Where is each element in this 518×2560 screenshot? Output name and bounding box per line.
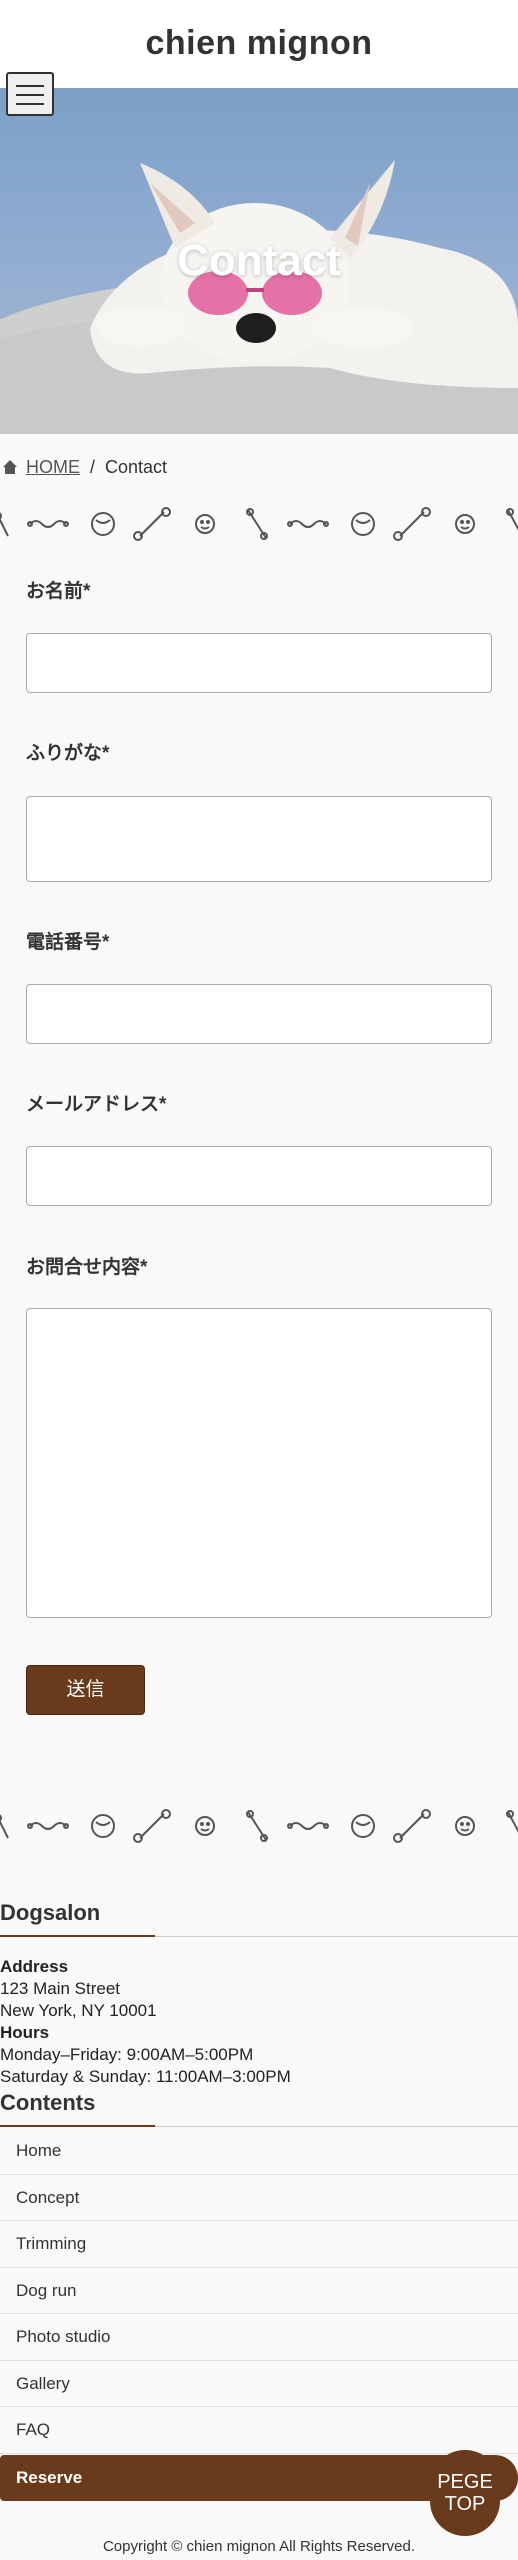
chew-toy-icon: [0, 1814, 9, 1839]
site-title[interactable]: chien mignon: [0, 24, 518, 63]
furigana-field[interactable]: [26, 796, 492, 882]
smiley-icon: [195, 1816, 215, 1836]
ball-icon: [91, 1814, 115, 1838]
name-field[interactable]: [26, 633, 492, 693]
smiley-icon: [455, 1816, 475, 1836]
breadcrumb-home-link[interactable]: HOME: [2, 457, 80, 478]
site-header: chien mignon: [0, 0, 518, 88]
address-title: Address: [0, 1957, 69, 1976]
chew-toy-icon: [0, 512, 9, 537]
rope-toy-icon: [27, 520, 69, 528]
address-block: Address 123 Main Street New York, NY 100…: [0, 1956, 291, 2088]
page-top-label: PEGE: [437, 2471, 493, 2493]
bone-icon: [393, 1809, 431, 1843]
name-label: お名前*: [26, 581, 91, 602]
rope-toy-icon: [27, 1822, 69, 1830]
bone-icon: [133, 1809, 171, 1843]
decorative-icon-strip: [0, 502, 518, 546]
breadcrumb-home-label[interactable]: HOME: [26, 457, 80, 478]
chew-toy-icon: [506, 1810, 518, 1833]
message-textarea[interactable]: [26, 1308, 492, 1618]
footer-nav: Home Concept Trimming Dog run Photo stud…: [0, 2128, 518, 2454]
ball-icon: [351, 1814, 375, 1838]
footer-nav-faq[interactable]: FAQ: [0, 2407, 518, 2454]
footer-nav-dog-run[interactable]: Dog run: [0, 2268, 518, 2314]
footer-nav-trimming[interactable]: Trimming: [0, 2221, 518, 2268]
home-icon: [3, 460, 17, 474]
copyright: Copyright © chien mignon All Rights Rese…: [102, 2538, 416, 2555]
ball-icon: [91, 512, 115, 536]
breadcrumb-separator: /: [90, 456, 96, 477]
smiley-icon: [455, 514, 475, 534]
footer-nav-gallery[interactable]: Gallery: [0, 2361, 518, 2407]
chew-toy-icon: [246, 1810, 268, 1842]
footer-nav-concept[interactable]: Concept: [0, 2175, 518, 2221]
breadcrumb-current: Contact: [105, 456, 168, 477]
ball-icon: [351, 512, 375, 536]
decorative-icon-strip: [0, 1804, 518, 1848]
address-line: 123 Main Street: [0, 1979, 121, 1998]
hero-title: Contact: [177, 236, 341, 285]
smiley-icon: [195, 514, 215, 534]
submit-button[interactable]: 送信: [26, 1665, 145, 1715]
message-label: お問合せ内容*: [26, 1257, 148, 1278]
hours-line: Monday–Friday: 9:00AM–5:00PM: [0, 2045, 254, 2064]
bone-icon: [393, 507, 431, 541]
breadcrumb: HOME / Contact: [2, 454, 167, 480]
rope-toy-icon: [287, 520, 329, 528]
footer-salon-heading: Dogsalon: [0, 1900, 101, 1925]
hours-title: Hours: [0, 2023, 50, 2042]
email-field[interactable]: [26, 1146, 492, 1206]
footer-contents-heading: Contents: [0, 2090, 96, 2115]
footer-divider: [0, 2125, 518, 2127]
email-label: メールアドレス*: [26, 1094, 167, 1115]
chew-toy-icon: [506, 508, 518, 531]
hero-image: Contact: [0, 88, 518, 434]
phone-label: 電話番号*: [26, 932, 110, 953]
page-top-button[interactable]: PEGE TOP: [430, 2450, 500, 2536]
footer-nav-home[interactable]: Home: [0, 2128, 518, 2175]
bone-icon: [133, 507, 171, 541]
menu-icon[interactable]: [6, 72, 54, 116]
hours-line: Saturday & Sunday: 11:00AM–3:00PM: [0, 2067, 291, 2086]
footer-nav-photo-studio[interactable]: Photo studio: [0, 2314, 518, 2361]
chew-toy-icon: [246, 508, 268, 540]
phone-field[interactable]: [26, 984, 492, 1044]
address-line: New York, NY 10001: [0, 2001, 157, 2020]
footer-divider: [0, 1935, 518, 1937]
page-top-label: TOP: [444, 2493, 486, 2515]
rope-toy-icon: [287, 1822, 329, 1830]
furigana-label: ふりがな*: [26, 743, 110, 764]
